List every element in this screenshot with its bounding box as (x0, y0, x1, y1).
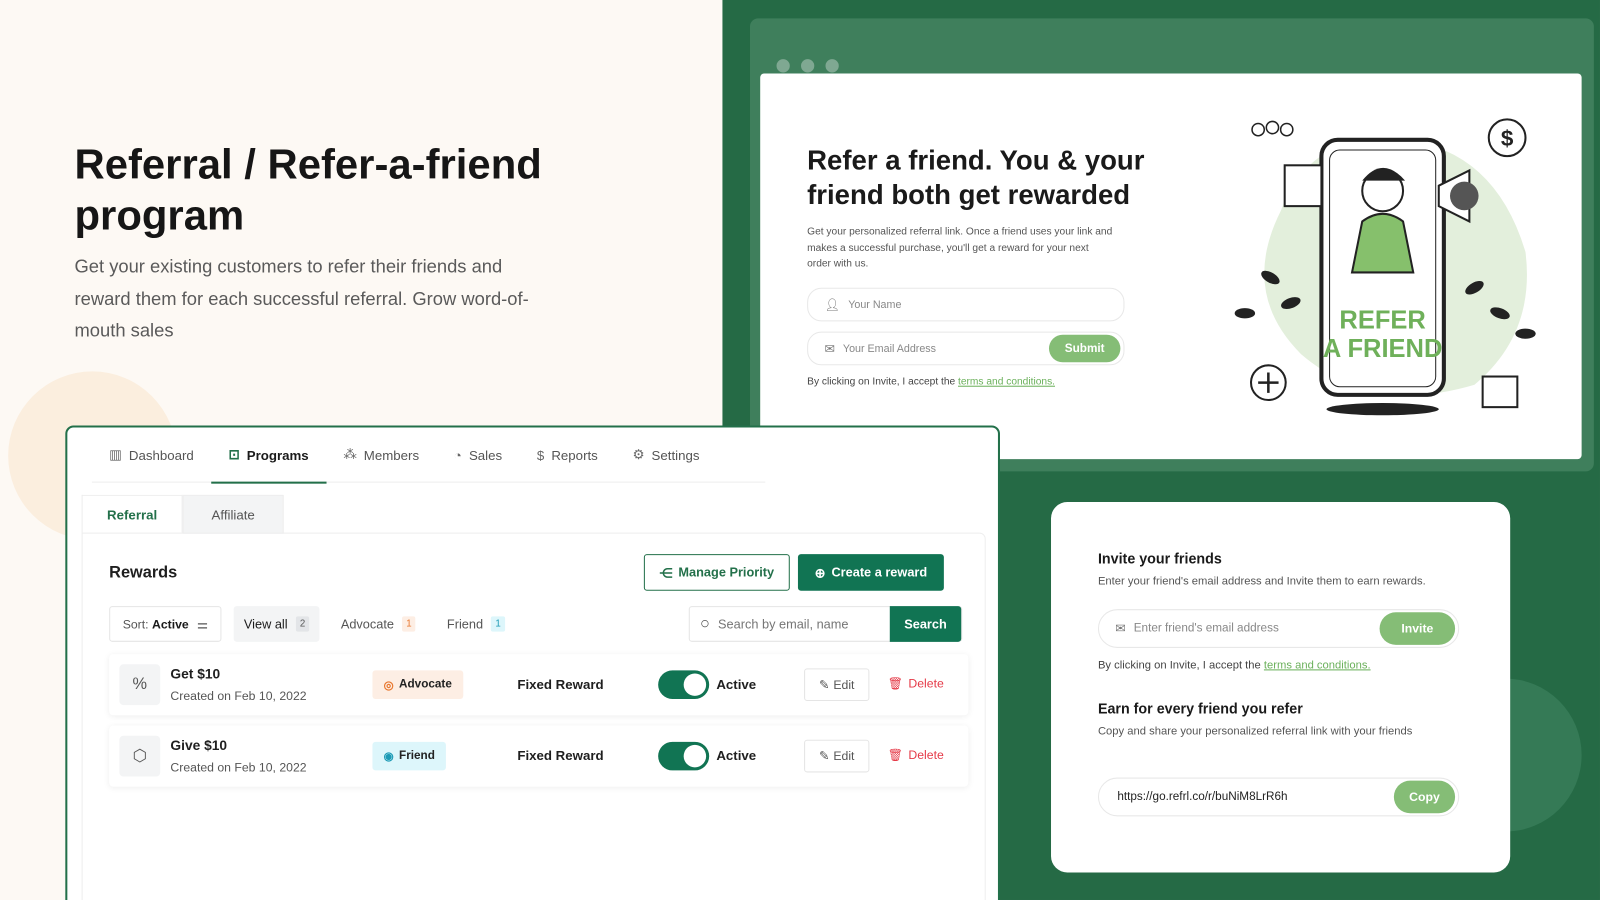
invite-title: Invite your friends (1097, 549, 1222, 567)
referral-link: https://go.refrl.co/r/buNiM8LrR6h (1117, 790, 1288, 804)
invite-subtitle: Enter your friend's email address and In… (1097, 575, 1426, 588)
gear-icon: ⚙ (632, 446, 645, 463)
name-placeholder: Your Name (848, 298, 902, 311)
filter-friend[interactable]: Friend 1 (437, 606, 515, 642)
widget-description: Get your personalized referral link. Onc… (807, 226, 1113, 270)
copy-button[interactable]: Copy (1393, 780, 1456, 814)
nav-settings[interactable]: ⚙ Settings (615, 428, 717, 483)
invite-card: Invite your friends Enter your friend's … (1051, 502, 1511, 873)
trash-icon: 🗑︎ (887, 747, 904, 763)
active-toggle[interactable] (658, 741, 710, 771)
advocate-icon: ◎ (383, 679, 394, 692)
delete-button[interactable]: 🗑︎ Delete (888, 748, 944, 762)
window-dot (825, 59, 839, 73)
presentation-icon: ⊡ (228, 446, 240, 463)
plus-circle-icon: ⊕ (814, 565, 826, 581)
mail-icon: ✉ (1115, 621, 1126, 636)
create-reward-button[interactable]: ⊕ Create a reward (797, 554, 944, 591)
nav-sales[interactable]: ◔ Sales (436, 428, 519, 483)
user-icon: 👤︎ (824, 297, 841, 312)
active-toggle[interactable] (658, 670, 710, 699)
dashboard-card: ▥ Dashboard ⊡ Programs ⁂ Members ◔ Sales $ Re… (65, 425, 1000, 900)
reward-date: Created on Feb 10, 2022 (170, 688, 307, 704)
widget-title: Refer a friend. You & your friend both g… (807, 144, 1145, 211)
tab-affiliate[interactable]: Affiliate (182, 494, 284, 534)
program-tabs: Referral Affiliate (81, 494, 284, 534)
hero-subtitle: Get your existing customers to refer the… (74, 256, 529, 341)
terms-text: By clicking on Invite, I accept the term… (1097, 659, 1371, 672)
nav-dashboard[interactable]: ▥ Dashboard (92, 428, 211, 483)
search-bar: ○ Search (688, 606, 963, 642)
window-dot (776, 59, 790, 73)
reward-type: Fixed Reward (517, 747, 604, 764)
referral-link-field[interactable]: https://go.refrl.co/r/buNiM8LrR6h Copy (1097, 777, 1460, 817)
bar-chart-icon: ▥ (109, 446, 122, 463)
advocate-badge: ◎ Advocate (372, 670, 464, 699)
svg-text:REFER: REFER (1339, 307, 1425, 335)
friend-email-input[interactable]: ✉ Enter friend's email address Invite (1097, 609, 1460, 648)
reward-row: ⬡ Give $10 Created on Feb 10, 2022 ◉ Frie… (109, 725, 969, 787)
mail-icon: ✉ (824, 341, 835, 356)
nav-reports[interactable]: $ Reports (519, 428, 615, 483)
search-button[interactable]: Search (889, 606, 962, 642)
search-input[interactable] (709, 616, 890, 632)
reward-type: Fixed Reward (517, 676, 604, 692)
main-nav: ▥ Dashboard ⊡ Programs ⁂ Members ◔ Sales $ Re… (91, 428, 766, 484)
name-input[interactable]: 👤︎ Your Name (807, 287, 1125, 322)
email-input[interactable]: ✉ Your Email Address Submit (807, 331, 1125, 366)
filter-advocate[interactable]: Advocate 1 (331, 606, 426, 642)
trash-icon: 🗑︎ (887, 676, 904, 691)
earn-title: Earn for every friend you refer (1097, 699, 1303, 717)
svg-text:A FRIEND: A FRIEND (1323, 335, 1442, 363)
filter-view-all[interactable]: View all 2 (233, 606, 320, 642)
invite-button[interactable]: Invite (1379, 612, 1456, 645)
svg-text:$: $ (1501, 126, 1514, 151)
rewards-title: Rewards (109, 564, 178, 582)
edit-button[interactable]: ✎ Edit (804, 739, 870, 773)
friend-icon: ◉ (383, 751, 394, 764)
box-icon: ⬡ (119, 735, 161, 777)
hero-title: Referral / Refer-a-friend program (74, 140, 542, 239)
hierarchy-icon: ⋲ (659, 565, 673, 581)
terms-link[interactable]: terms and conditions. (1264, 659, 1371, 671)
members-icon: ⁂ (343, 446, 357, 463)
sliders-icon: ⚌ (196, 616, 208, 632)
friend-badge: ◉ Friend (372, 741, 447, 771)
nav-members[interactable]: ⁂ Members (326, 428, 436, 483)
refer-a-friend-illustration: REFER A FRIEND $ (1234, 118, 1536, 416)
status-label: Active (716, 676, 757, 692)
search-icon: ○ (699, 614, 710, 633)
email-placeholder: Your Email Address (842, 342, 937, 355)
reward-row: % Get $10 Created on Feb 10, 2022 ◎ Advoc… (109, 654, 969, 716)
earn-subtitle: Copy and share your personalized referra… (1097, 725, 1413, 738)
sort-dropdown[interactable]: Sort: Active ⚌ (109, 606, 222, 642)
window-dot (801, 59, 815, 73)
pie-chart-icon: ◔ (453, 447, 462, 463)
tab-referral[interactable]: Referral (81, 494, 183, 534)
percent-icon: % (119, 664, 161, 706)
referral-widget: Refer a friend. You & your friend both g… (760, 73, 1582, 460)
reward-name: Get $10 (170, 666, 221, 682)
manage-priority-button[interactable]: ⋲ Manage Priority (643, 554, 790, 591)
submit-button[interactable]: Submit (1048, 334, 1121, 363)
delete-button[interactable]: 🗑︎ Delete (888, 677, 944, 691)
dollar-refresh-icon: $ (536, 447, 545, 463)
edit-icon: ✎ (818, 748, 830, 764)
terms-text: By clicking on Invite, I accept the term… (807, 376, 1056, 388)
rewards-panel: Rewards ⋲ Manage Priority ⊕ Create a rewar… (81, 532, 986, 900)
reward-name: Give $10 (170, 737, 228, 754)
terms-link[interactable]: terms and conditions. (958, 377, 1055, 388)
edit-button[interactable]: ✎ Edit (804, 668, 870, 702)
nav-programs[interactable]: ⊡ Programs (211, 428, 326, 484)
reward-date: Created on Feb 10, 2022 (170, 760, 307, 775)
edit-icon: ✎ (818, 677, 830, 692)
status-label: Active (716, 747, 757, 764)
